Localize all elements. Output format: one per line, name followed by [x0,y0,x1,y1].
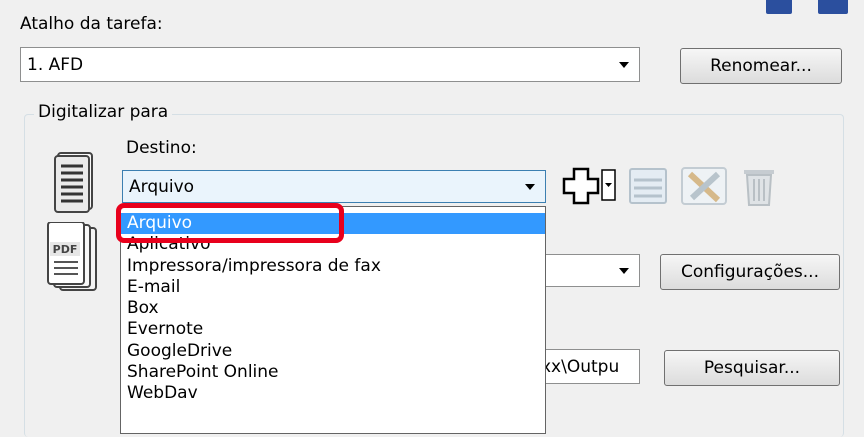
file-type-select[interactable] [540,254,640,287]
output-path-value: xx\Outpu [541,356,620,377]
document-icon [52,150,98,214]
task-shortcut-select[interactable]: 1. AFD [20,47,640,82]
settings-button[interactable]: Configurações... [660,254,840,290]
destination-option-evernote[interactable]: Evernote [121,319,545,340]
chevron-down-icon [619,61,629,68]
destination-option-box[interactable]: Box [121,298,545,319]
toolbar-icon-partial-1[interactable] [766,0,792,14]
annotation-highlight [116,203,344,243]
destination-select[interactable]: Arquivo [122,170,546,203]
svg-text:PDF: PDF [53,243,78,256]
tools-destination-icon[interactable] [678,164,730,208]
toolbar-icon-partial-2[interactable] [818,0,848,14]
destination-option-googledrive[interactable]: GoogleDrive [121,341,545,362]
edit-destination-icon[interactable] [626,166,670,206]
chevron-down-icon [525,183,535,190]
task-shortcut-label: Atalho da tarefa: [20,14,163,34]
destination-option-email[interactable]: E-mail [121,277,545,298]
output-path-field[interactable]: xx\Outpu [540,349,640,384]
browse-button[interactable]: Pesquisar... [664,350,840,386]
destination-option-webdav[interactable]: WebDav [121,383,545,404]
destination-value: Arquivo [129,176,195,197]
destination-option-sharepoint[interactable]: SharePoint Online [121,362,545,383]
task-shortcut-value: 1. AFD [27,54,84,75]
destination-label: Destino: [126,138,197,158]
pdf-icon: PDF [46,221,100,294]
trash-icon[interactable] [738,164,780,208]
add-destination-icon[interactable] [560,166,618,206]
chevron-down-icon [619,267,629,274]
rename-button[interactable]: Renomear... [680,48,842,84]
scan-to-group-label: Digitalizar para [34,102,173,122]
destination-option-impressora[interactable]: Impressora/impressora de fax [121,256,545,277]
